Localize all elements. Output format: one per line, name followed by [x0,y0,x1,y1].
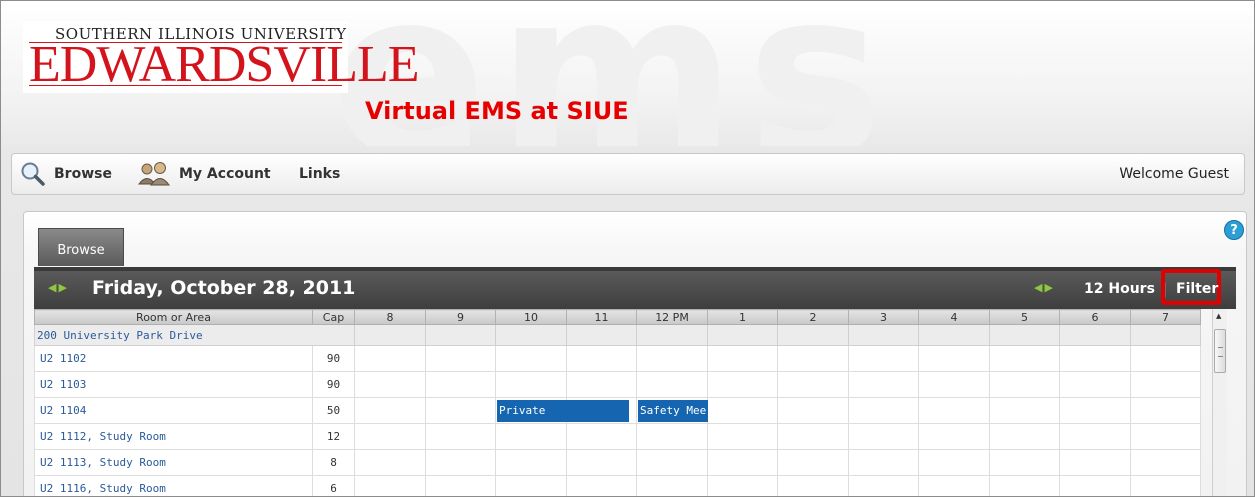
date-bar: ◀▶ Friday, October 28, 2011 ◀▶ 12 Hours … [34,267,1236,309]
room-capacity: 6 [312,475,355,496]
browse-panel: Browse ? ◀▶ Friday, October 28, 2011 ◀▶ … [23,211,1247,496]
hour-header: 9 [425,309,496,325]
magnifier-icon [21,162,45,186]
hours-toggle[interactable]: 12 Hours [1084,281,1155,297]
table-row: U2 1112, Study Room 12 [34,423,1201,450]
room-capacity: 90 [312,371,355,398]
room-link[interactable]: U2 1113, Study Room [34,449,313,476]
site-title: Virtual EMS at SIUE [365,97,629,125]
tab-browse[interactable]: Browse [38,228,124,266]
room-capacity: 50 [312,397,355,424]
hour-header: 11 [566,309,637,325]
date-nav-arrows[interactable]: ◀▶ [48,281,69,294]
logo-main-text: EDWARDSVILLE [29,36,420,93]
header: ems SOUTHERN ILLINOIS UNIVERSITY EDWARDS… [1,1,1254,146]
nav-links[interactable]: Links [299,154,340,194]
hour-header: 12 PM [636,309,708,325]
university-logo[interactable]: SOUTHERN ILLINOIS UNIVERSITY EDWARDSVILL… [23,21,420,93]
table-row: U2 1113, Study Room 8 [34,449,1201,476]
nav-browse[interactable]: Browse [20,154,112,194]
scroll-up-icon[interactable]: ▲ [1216,312,1221,320]
group-row: 200 University Park Drive [34,324,1201,346]
table-row: U2 1102 90 [34,345,1201,372]
hour-header: 5 [989,309,1060,325]
nav-my-account[interactable]: My Account [137,154,271,194]
room-link[interactable]: U2 1116, Study Room [34,475,313,496]
booking-table: Room or Area Cap 8 9 10 11 12 PM 1 2 3 4… [34,309,1201,496]
hour-header: 1 [707,309,778,325]
welcome-text: Welcome Guest [1119,166,1229,182]
table-row: U2 1103 90 [34,371,1201,398]
col-header-room[interactable]: Room or Area [34,309,313,325]
booking-grid: Room or Area Cap 8 9 10 11 12 PM 1 2 3 4… [34,309,1236,496]
hour-header: 7 [1130,309,1201,325]
hour-header: 10 [495,309,567,325]
filter-button[interactable]: Filter [1176,281,1218,297]
grid-header-row: Room or Area Cap 8 9 10 11 12 PM 1 2 3 4… [34,309,1201,325]
app-window: ems SOUTHERN ILLINOIS UNIVERSITY EDWARDS… [0,0,1255,497]
group-label[interactable]: 200 University Park Drive [34,324,355,346]
help-icon[interactable]: ? [1224,220,1244,240]
time-nav-arrows[interactable]: ◀▶ [1034,281,1055,294]
table-row: U2 1116, Study Room 6 [34,475,1201,496]
nav-links-label: Links [299,166,341,182]
room-capacity: 8 [312,449,355,476]
event-block[interactable]: Private [497,400,629,422]
table-row: U2 1104 50 Private Safety Mee [34,397,1201,424]
users-icon [138,162,170,186]
hour-header: 4 [918,309,990,325]
date-title: Friday, October 28, 2011 [92,277,356,299]
hour-header: 8 [354,309,426,325]
room-link[interactable]: U2 1102 [34,345,313,372]
hour-header: 6 [1059,309,1131,325]
nav-my-account-label: My Account [179,166,271,182]
room-link[interactable]: U2 1104 [34,397,313,424]
grip-icon [1218,347,1223,357]
nav-browse-label: Browse [54,166,112,182]
room-link[interactable]: U2 1112, Study Room [34,423,313,450]
room-link[interactable]: U2 1103 [34,371,313,398]
scroll-thumb[interactable] [1214,329,1226,373]
vertical-scrollbar[interactable]: ▲ [1212,309,1227,496]
event-block[interactable]: Safety Mee [638,400,708,422]
room-capacity: 90 [312,345,355,372]
hour-header: 3 [848,309,919,325]
room-capacity: 12 [312,423,355,450]
logo-rule-bottom [29,85,342,86]
nav-bar: Browse My Account Links Welcome Guest [11,153,1245,195]
col-header-cap[interactable]: Cap [312,309,355,325]
hour-header: 2 [777,309,849,325]
